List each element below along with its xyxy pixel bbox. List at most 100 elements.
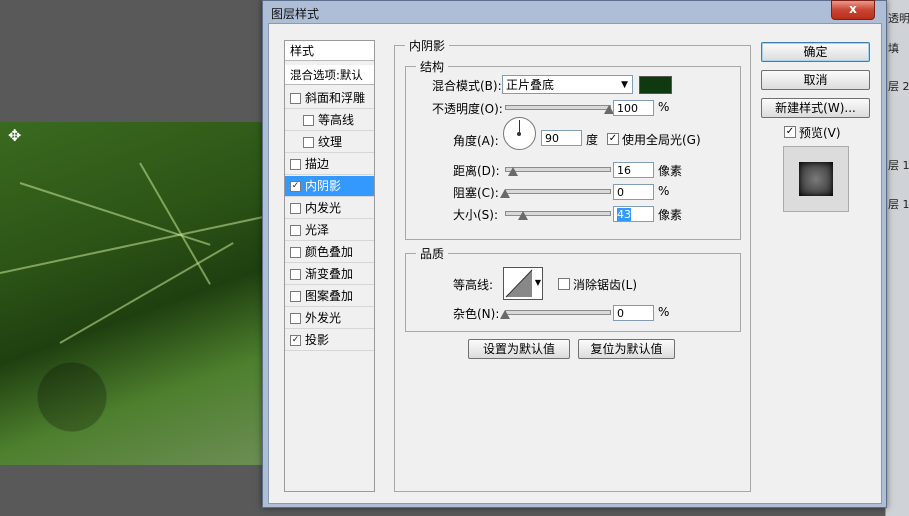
style-item-label: 内阴影	[305, 179, 342, 193]
layer-style-dialog: 图层样式 x 样式 混合选项:默认 斜面和浮雕等高线纹理描边 ✓ 内阴影内发光光泽颜…	[262, 0, 887, 508]
inner-shadow-title: 内阴影	[405, 37, 450, 54]
style-item[interactable]: 等高线	[285, 110, 374, 131]
size-label: 大小(S):	[453, 208, 499, 222]
choke-input[interactable]: 0	[613, 184, 654, 200]
layers-panel-label: 透明	[888, 12, 909, 25]
distance-input[interactable]: 16	[613, 162, 654, 178]
style-item-checkbox[interactable]	[290, 313, 301, 324]
size-slider-thumb[interactable]	[517, 211, 528, 220]
blend-mode-label: 混合模式(B):	[432, 79, 502, 93]
quality-title: 品质	[416, 245, 449, 262]
preview-label[interactable]: 预览(V)	[799, 124, 841, 141]
layers-panel-label: 填	[888, 42, 899, 55]
opacity-slider-track[interactable]	[505, 105, 611, 110]
style-list-header[interactable]: 样式	[285, 41, 374, 61]
structure-group: 结构 混合模式(B): 正片叠底 ▼ 不透明度(O): 100 % 角度(A):…	[405, 58, 741, 240]
preview-checkbox[interactable]: ✓	[784, 126, 796, 138]
opacity-label: 不透明度(O):	[432, 102, 503, 116]
dialog-title: 图层样式	[271, 7, 320, 21]
size-unit: 像素	[658, 208, 683, 222]
style-item-checkbox[interactable]: ✓	[290, 181, 301, 192]
style-item-label: 图案叠加	[305, 289, 354, 303]
style-item-checkbox[interactable]	[290, 93, 301, 104]
contour-curve-icon	[505, 269, 533, 298]
style-item[interactable]: 斜面和浮雕	[285, 88, 374, 109]
distance-slider-track[interactable]	[505, 167, 611, 172]
set-as-default-button[interactable]: 设置为默认值	[468, 339, 570, 359]
style-item-label: 纹理	[318, 135, 343, 149]
contour-picker[interactable]: ▼	[503, 267, 543, 300]
style-item-label: 投影	[305, 333, 330, 347]
noise-slider-track[interactable]	[505, 310, 611, 315]
opacity-unit: %	[658, 100, 670, 114]
angle-unit: 度	[586, 133, 599, 147]
style-item-label: 渐变叠加	[305, 267, 354, 281]
size-value: 43	[617, 208, 631, 221]
style-item[interactable]: 内发光	[285, 198, 374, 219]
cursor-move-icon: ✥	[8, 126, 22, 145]
style-item-label: 等高线	[318, 113, 355, 127]
chevron-down-icon: ▼	[621, 80, 628, 90]
style-item-checkbox[interactable]	[290, 291, 301, 302]
quality-group: 品质 等高线: ▼ 消除锯齿(L) 杂色(N): 0 %	[405, 245, 741, 332]
style-item-checkbox[interactable]	[303, 115, 314, 126]
layers-panel-layer[interactable]: 层 1	[888, 157, 909, 173]
blending-options-item[interactable]: 混合选项:默认	[285, 65, 374, 85]
close-button[interactable]: x	[831, 0, 875, 20]
style-item[interactable]: ✓ 投影	[285, 330, 374, 351]
style-item-checkbox[interactable]	[290, 269, 301, 280]
style-list: 样式 混合选项:默认 斜面和浮雕等高线纹理描边 ✓ 内阴影内发光光泽颜色叠加渐变叠加…	[284, 40, 375, 492]
anti-alias-label[interactable]: 消除锯齿(L)	[573, 276, 637, 293]
noise-input[interactable]: 0	[613, 305, 654, 321]
choke-label: 阻塞(C):	[453, 186, 499, 200]
style-item[interactable]: 纹理	[285, 132, 374, 153]
angle-input[interactable]: 90	[541, 130, 582, 146]
distance-slider-thumb[interactable]	[508, 167, 519, 176]
noise-slider-thumb[interactable]	[500, 310, 510, 319]
chevron-down-icon[interactable]: ▼	[535, 278, 541, 287]
style-item-checkbox[interactable]	[303, 137, 314, 148]
layers-panel-layer[interactable]: 层 2	[888, 78, 909, 94]
style-item[interactable]: 外发光	[285, 308, 374, 329]
style-item-checkbox[interactable]	[290, 247, 301, 258]
style-item-label: 内发光	[305, 201, 342, 215]
ok-button[interactable]: 确定	[761, 42, 870, 62]
style-item-checkbox[interactable]	[290, 159, 301, 170]
blend-mode-select[interactable]: 正片叠底 ▼	[502, 75, 633, 94]
contour-label: 等高线:	[453, 278, 494, 292]
layers-panel-layer[interactable]: 层 1	[888, 196, 909, 212]
opacity-input[interactable]: 100	[613, 100, 654, 116]
style-item-label: 颜色叠加	[305, 245, 354, 259]
style-item[interactable]: 颜色叠加	[285, 242, 374, 263]
cancel-button[interactable]: 取消	[761, 70, 870, 90]
style-item[interactable]: ✓ 内阴影	[285, 176, 374, 197]
preview-swatch	[799, 162, 833, 196]
style-item-label: 光泽	[305, 223, 330, 237]
style-item-checkbox[interactable]: ✓	[290, 335, 301, 346]
anti-alias-checkbox[interactable]	[558, 278, 570, 290]
style-item-checkbox[interactable]	[290, 203, 301, 214]
blend-mode-value: 正片叠底	[506, 78, 555, 92]
style-item[interactable]: 描边	[285, 154, 374, 175]
style-item[interactable]: 图案叠加	[285, 286, 374, 307]
new-style-button[interactable]: 新建样式(W)...	[761, 98, 870, 118]
style-preview-thumbnail	[783, 146, 849, 212]
style-item[interactable]: 光泽	[285, 220, 374, 241]
angle-dial[interactable]	[503, 117, 536, 150]
choke-unit: %	[658, 184, 670, 198]
reset-to-default-button[interactable]: 复位为默认值	[578, 339, 675, 359]
style-item[interactable]: 渐变叠加	[285, 264, 374, 285]
leaf-canvas-image[interactable]	[0, 122, 275, 465]
global-light-label[interactable]: 使用全局光(G)	[622, 131, 701, 148]
distance-unit: 像素	[658, 164, 683, 178]
style-item-checkbox[interactable]	[290, 225, 301, 236]
noise-unit: %	[658, 305, 670, 319]
style-item-label: 描边	[305, 157, 330, 171]
choke-slider-thumb[interactable]	[500, 189, 510, 198]
size-input[interactable]: 43	[613, 206, 654, 222]
shadow-color-swatch[interactable]	[639, 76, 672, 94]
layers-panel-edge: 透明 填 层 2 层 1 层 1	[885, 0, 909, 516]
choke-slider-track[interactable]	[505, 189, 611, 194]
global-light-checkbox[interactable]: ✓	[607, 133, 619, 145]
angle-dial-center	[517, 132, 521, 136]
